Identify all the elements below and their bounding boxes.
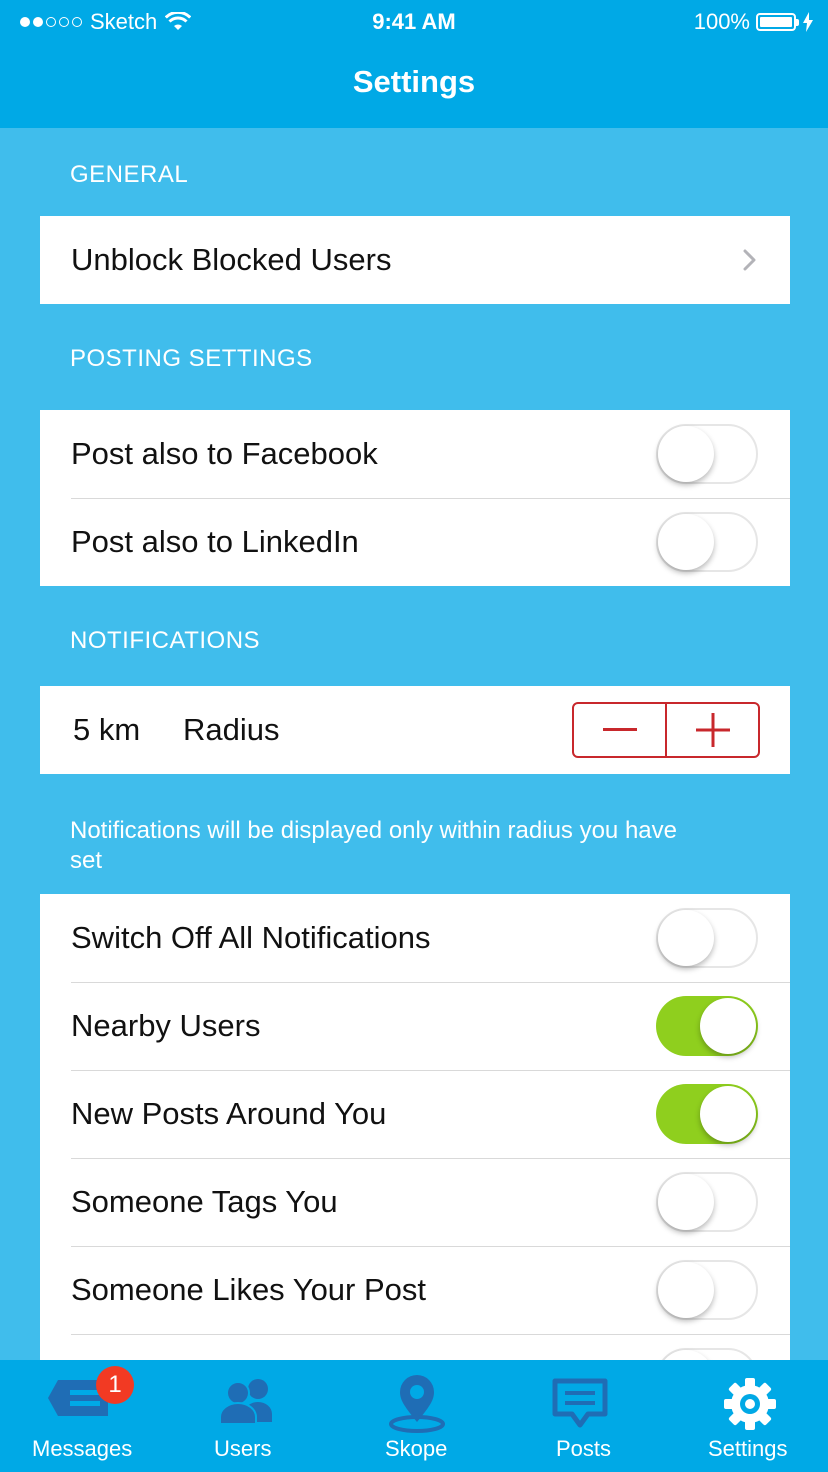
radius-card: 5 km Radius	[40, 686, 790, 774]
minus-icon	[602, 728, 637, 731]
chevron-right-icon	[743, 249, 756, 271]
tab-label: Skope	[385, 1436, 448, 1461]
post-facebook-row: Post also to Facebook	[40, 410, 790, 498]
row-label: New Posts Around You	[71, 1096, 387, 1131]
battery-group: 100%	[694, 9, 814, 35]
notifications-card: Switch Off All Notifications Nearby User…	[40, 894, 790, 1360]
radius-row: 5 km Radius	[40, 686, 790, 774]
tab-label: Posts	[556, 1436, 612, 1461]
row-label: Nearby Users	[71, 1008, 261, 1043]
users-icon	[219, 1379, 272, 1425]
section-header-general: GENERAL	[70, 161, 189, 188]
someone-tags-toggle[interactable]	[656, 1172, 758, 1232]
switch-off-all-row: Switch Off All Notifications	[40, 894, 790, 982]
general-card: Unblock Blocked Users	[40, 216, 790, 304]
row-label: Post also to LinkedIn	[71, 524, 359, 559]
radius-stepper	[572, 702, 760, 758]
plus-icon	[695, 713, 730, 747]
switch-off-all-toggle[interactable]	[656, 908, 758, 968]
tab-skope[interactable]: Skope	[340, 1360, 500, 1472]
tab-users[interactable]: Users	[170, 1360, 320, 1472]
section-header-posting: POSTING SETTINGS	[70, 345, 313, 372]
tab-posts[interactable]: Posts	[520, 1360, 660, 1472]
battery-percent: 100%	[693, 9, 750, 34]
row-label: Post also to Facebook	[71, 436, 378, 471]
row-label: Someone Tags You	[71, 1184, 338, 1219]
increase-radius-button[interactable]	[665, 704, 758, 756]
location-pin-icon	[389, 1375, 445, 1433]
status-bar: Sketch 9:41 AM 100%	[0, 0, 828, 44]
battery-icon	[756, 13, 799, 31]
posts-icon	[552, 1378, 608, 1428]
row-label: Unblock Blocked Users	[71, 242, 392, 277]
partial-row	[40, 1334, 790, 1360]
tab-label: Users	[214, 1436, 272, 1461]
unblock-users-row[interactable]: Unblock Blocked Users	[40, 216, 790, 304]
posting-card: Post also to Facebook Post also to Linke…	[40, 410, 790, 586]
someone-tags-row: Someone Tags You	[40, 1158, 790, 1246]
row-label: Switch Off All Notifications	[71, 920, 431, 955]
tab-messages[interactable]: 1 Messages	[0, 1360, 170, 1472]
page-title: Settings	[352, 64, 476, 99]
someone-likes-row: Someone Likes Your Post	[40, 1246, 790, 1334]
gear-icon	[724, 1378, 776, 1430]
linkedin-toggle[interactable]	[656, 512, 758, 572]
someone-likes-toggle[interactable]	[656, 1260, 758, 1320]
tab-settings[interactable]: Settings	[680, 1360, 828, 1472]
post-linkedin-row: Post also to LinkedIn	[40, 498, 790, 586]
new-posts-row: New Posts Around You	[40, 1070, 790, 1158]
partial-toggle[interactable]	[656, 1348, 758, 1360]
nearby-users-row: Nearby Users	[40, 982, 790, 1070]
section-header-notifications: NOTIFICATIONS	[70, 627, 261, 654]
tab-label: Settings	[708, 1436, 788, 1461]
tab-label: Messages	[32, 1436, 133, 1461]
new-posts-toggle[interactable]	[656, 1084, 758, 1144]
radius-value: 5 km	[73, 712, 141, 747]
tab-bar: 1 Messages Users Skope Posts Settings	[0, 1360, 828, 1472]
messages-badge: 1	[96, 1366, 134, 1404]
nearby-users-toggle[interactable]	[656, 996, 758, 1056]
navigation-bar: Sketch 9:41 AM 100% Settings	[0, 0, 828, 128]
facebook-toggle[interactable]	[656, 424, 758, 484]
charging-icon	[803, 12, 813, 32]
radius-note: Notifications will be displayed only wit…	[70, 817, 677, 874]
row-label: Someone Likes Your Post	[71, 1272, 427, 1307]
radius-label: Radius	[183, 712, 280, 747]
decrease-radius-button[interactable]	[574, 704, 665, 756]
